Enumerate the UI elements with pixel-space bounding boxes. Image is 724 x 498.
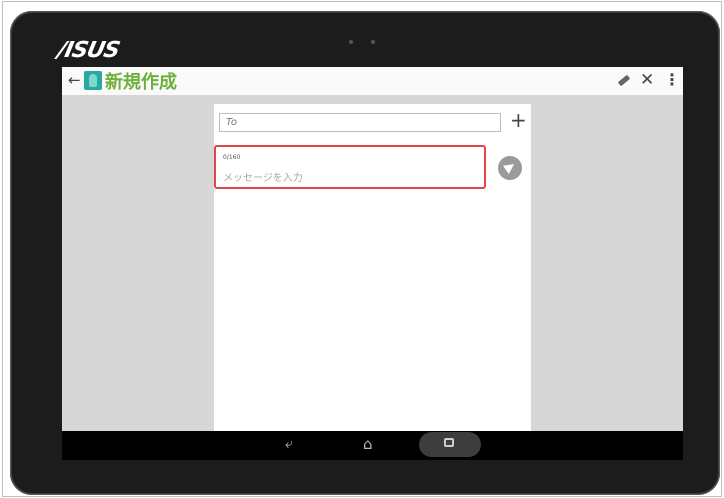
message-field[interactable]: 0/160 メッセージを入力 <box>214 145 486 189</box>
recipient-input[interactable]: To <box>219 113 501 132</box>
pencil-icon[interactable] <box>617 74 631 87</box>
recent-apps-button[interactable] <box>419 432 481 457</box>
navigation-bar: ⤶ ⌂ <box>62 431 683 460</box>
send-icon[interactable] <box>498 156 522 180</box>
screen: ← 新規作成 ✕ ⋮ To + 0/160 メッセージを入力 ⤶ ⌂ <box>62 67 683 460</box>
arrow-left-icon[interactable]: ← <box>68 71 81 89</box>
home-icon[interactable]: ⌂ <box>363 435 373 453</box>
brand-logo: /ISUS <box>55 38 122 63</box>
app-icon <box>84 71 102 90</box>
camera-icon <box>349 40 353 44</box>
page-title: 新規作成 <box>105 72 177 93</box>
close-icon[interactable]: ✕ <box>640 70 654 90</box>
app-bar: ← 新規作成 ✕ ⋮ <box>62 67 683 95</box>
sensor-icon <box>371 40 375 44</box>
char-counter: 0/160 <box>223 154 241 161</box>
plus-icon[interactable]: + <box>510 108 527 132</box>
overflow-menu-icon[interactable]: ⋮ <box>664 70 680 89</box>
message-input[interactable]: メッセージを入力 <box>223 169 303 184</box>
recent-apps-icon <box>444 438 454 447</box>
compose-card: To + 0/160 メッセージを入力 <box>214 104 531 460</box>
back-icon[interactable]: ⤶ <box>285 436 293 452</box>
